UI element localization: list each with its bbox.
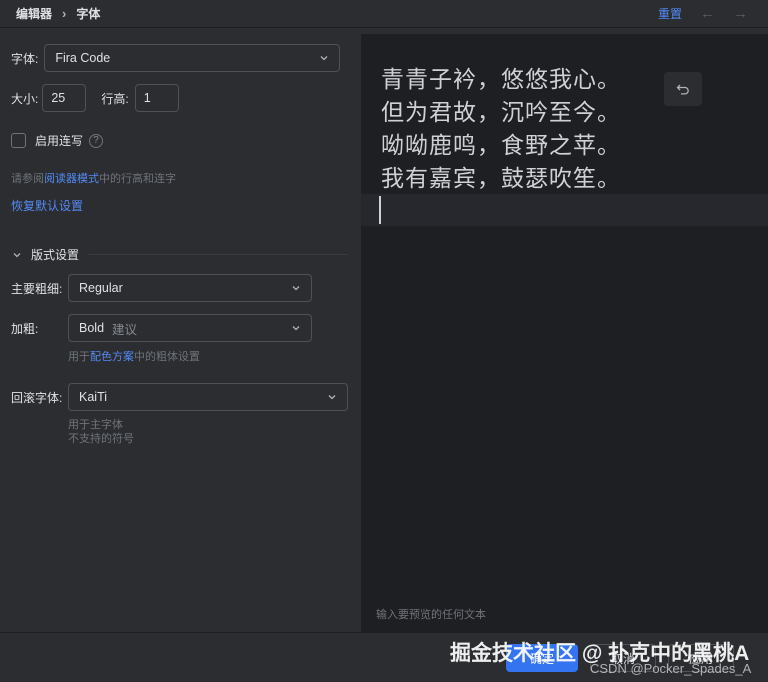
bold-select[interactable]: Bold 建议 (68, 314, 312, 342)
current-line-highlight (361, 194, 768, 226)
fallback-note-line2: 不支持的符号 (68, 433, 134, 445)
section-divider (89, 254, 348, 255)
settings-panel: 字体: Fira Code 大小: 25 行高: 1 启用连写 ? 请参阅 阅读… (0, 28, 360, 632)
dialog-footer: 确定 取消 应用 掘金技术社区 @ 扑克中的黑桃A CSDN @Pocker_S… (0, 632, 768, 682)
bold-hint: 建议 (112, 322, 138, 337)
ligatures-label[interactable]: 启用连写 (35, 132, 83, 149)
preview-line: 青青子衿，悠悠我心。 (381, 67, 621, 93)
fallback-font-label: 回滚字体: (11, 390, 63, 405)
back-arrow-icon[interactable]: ← (700, 5, 715, 22)
chevron-down-icon (320, 56, 328, 61)
size-input[interactable]: 25 (42, 84, 87, 112)
bold-value: Bold (79, 321, 105, 335)
reader-note-suffix: 中的行高和连字 (99, 173, 176, 185)
fallback-font-select[interactable]: KaiTi (68, 383, 348, 411)
font-select-value: Fira Code (55, 51, 111, 65)
forward-arrow-icon[interactable]: → (733, 5, 748, 22)
restore-preview-button[interactable] (664, 72, 702, 106)
preview-editor[interactable]: 青青子衿，悠悠我心。 但为君故，沉吟至今。 呦呦鹿鸣，食野之苹。 我有嘉宾，鼓瑟… (361, 34, 768, 632)
chevron-down-icon (328, 395, 336, 400)
text-caret (379, 196, 381, 224)
chevron-right-icon: › (62, 6, 67, 21)
chevron-down-icon (292, 286, 300, 291)
ligatures-checkbox[interactable] (11, 133, 26, 148)
size-label: 大小: (11, 91, 39, 106)
watermark-sub: CSDN @Pocker_Spades_A (590, 661, 752, 676)
reset-link[interactable]: 重置 (658, 5, 682, 22)
chevron-down-icon[interactable] (11, 249, 23, 261)
fallback-note-line1: 用于主字体 (68, 419, 123, 431)
main-weight-select[interactable]: Regular (68, 274, 312, 302)
font-label: 字体: (11, 51, 39, 66)
breadcrumb-font: 字体 (76, 7, 101, 21)
preview-text[interactable]: 青青子衿，悠悠我心。 但为君故，沉吟至今。 呦呦鹿鸣，食野之苹。 我有嘉宾，鼓瑟… (381, 64, 621, 196)
bold-note-prefix: 用于 (68, 351, 90, 363)
font-select[interactable]: Fira Code (44, 44, 341, 72)
color-scheme-link[interactable]: 配色方案 (90, 348, 134, 364)
undo-icon (676, 84, 689, 95)
bold-label: 加粗: (11, 321, 39, 336)
preview-hint: 输入要预览的任何文本 (376, 609, 486, 621)
restore-defaults-link[interactable]: 恢复默认设置 (11, 197, 83, 214)
line-height-input[interactable]: 1 (134, 84, 179, 112)
header: 编辑器 › 字体 重置 ← → (0, 0, 768, 28)
main-weight-label: 主要粗细: (11, 281, 63, 296)
breadcrumb: 编辑器 › 字体 (0, 5, 100, 22)
reader-note-prefix: 请参阅 (11, 173, 44, 185)
preview-line: 我有嘉宾，鼓瑟吹笙。 (381, 166, 621, 192)
main-weight-value: Regular (79, 281, 123, 295)
line-height-label: 行高: (101, 91, 129, 106)
chevron-down-icon (292, 326, 300, 331)
bold-note-suffix: 中的粗体设置 (134, 351, 200, 363)
fallback-font-value: KaiTi (79, 390, 108, 404)
reader-mode-link[interactable]: 阅读器模式 (44, 170, 99, 186)
typography-section-title[interactable]: 版式设置 (31, 246, 79, 263)
preview-line: 呦呦鹿鸣，食野之苹。 (381, 133, 621, 159)
preview-line: 但为君故，沉吟至今。 (381, 100, 621, 126)
help-icon[interactable]: ? (89, 133, 104, 148)
breadcrumb-editor[interactable]: 编辑器 (16, 5, 52, 22)
